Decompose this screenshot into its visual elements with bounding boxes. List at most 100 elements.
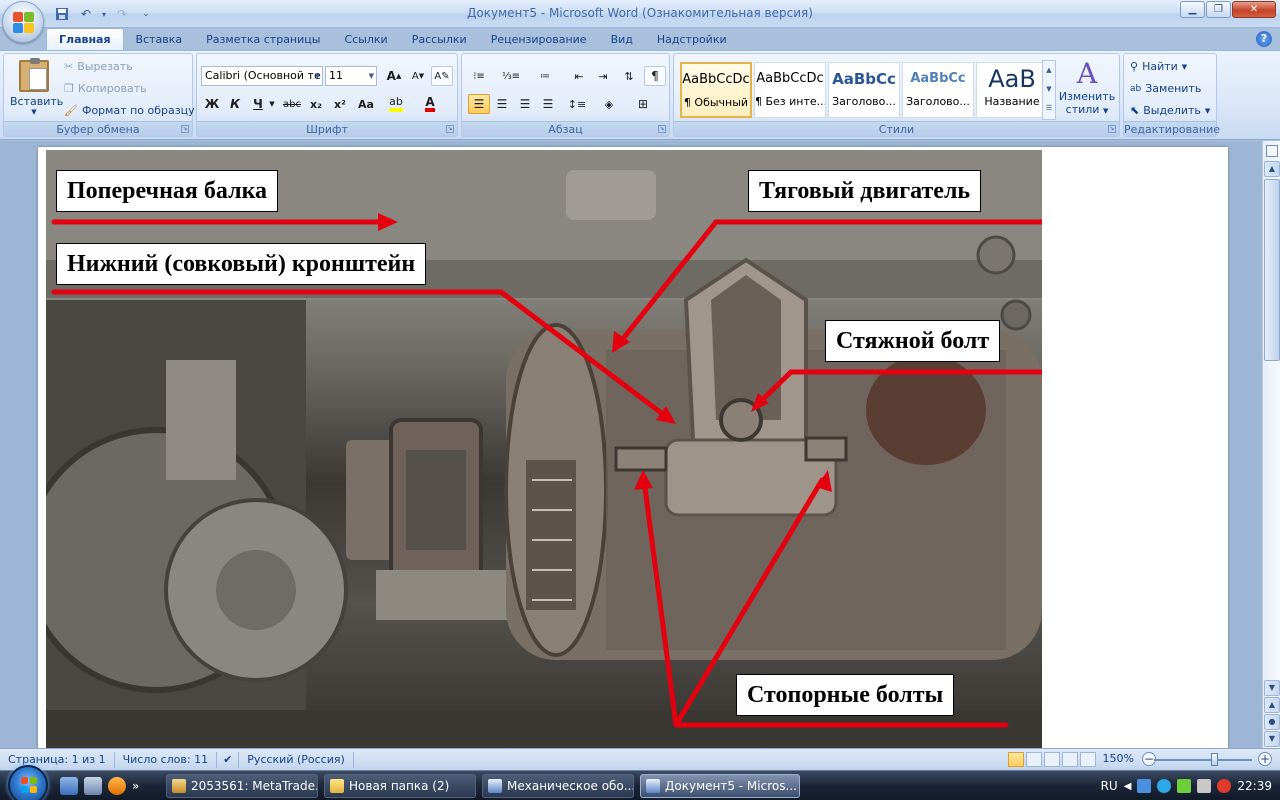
tab-insert[interactable]: Вставка: [124, 30, 195, 50]
minimize-button[interactable]: ▁: [1180, 1, 1205, 18]
quick-launch-more-icon[interactable]: »: [132, 779, 139, 793]
zoom-level[interactable]: 150%: [1103, 752, 1134, 765]
tab-review[interactable]: Рецензирование: [479, 30, 599, 50]
underline-button[interactable]: Ч: [247, 94, 269, 114]
zoom-in-button[interactable]: +: [1258, 752, 1272, 766]
skype-icon[interactable]: [1157, 779, 1172, 793]
styles-launcher-icon[interactable]: ↘: [1108, 125, 1116, 133]
cut-button[interactable]: ✂ Вырезать: [64, 60, 133, 73]
maximize-button[interactable]: ❐: [1206, 1, 1231, 18]
start-button[interactable]: [8, 765, 48, 800]
find-button[interactable]: ⚲ Найти ▼: [1130, 60, 1187, 73]
scroll-thumb[interactable]: [1264, 179, 1280, 361]
task-document5[interactable]: Документ5 - Micros...: [640, 774, 800, 798]
media-player-icon[interactable]: [108, 777, 126, 795]
font-launcher-icon[interactable]: ↘: [446, 125, 454, 133]
styles-gallery-scroll[interactable]: ▲ ▼ ☰: [1042, 60, 1056, 120]
align-center-button[interactable]: ☰: [491, 94, 513, 114]
browse-object-button[interactable]: ●: [1264, 714, 1280, 730]
select-button[interactable]: ⬉ Выделить ▼: [1130, 104, 1210, 117]
tab-view[interactable]: Вид: [599, 30, 645, 50]
clock[interactable]: 22:39: [1237, 779, 1272, 793]
align-left-button[interactable]: ☰: [468, 94, 490, 114]
task-metatrader[interactable]: 2053561: MetaTrade...: [166, 774, 318, 798]
style-normal[interactable]: AaBbCcDc ¶ Обычный: [680, 62, 752, 118]
underline-dropdown-icon[interactable]: ▼: [267, 94, 277, 114]
increase-indent-button[interactable]: ⇥: [592, 66, 614, 86]
change-case-button[interactable]: Aa: [355, 94, 377, 114]
volume-icon[interactable]: [1197, 779, 1212, 793]
format-painter-button[interactable]: 🖌 Формат по образцу: [64, 104, 195, 117]
show-desktop-icon[interactable]: [60, 777, 78, 795]
document-page[interactable]: Поперечная балка Тяговый двигатель Нижни…: [38, 147, 1228, 748]
tab-addins[interactable]: Надстройки: [645, 30, 739, 50]
decrease-indent-button[interactable]: ⇤: [568, 66, 590, 86]
full-screen-view-button[interactable]: [1026, 752, 1042, 767]
show-marks-button[interactable]: ¶: [644, 66, 666, 86]
bold-button[interactable]: Ж: [201, 94, 223, 114]
line-spacing-button[interactable]: ↕≡: [566, 94, 588, 114]
tab-home[interactable]: Главная: [46, 28, 124, 50]
tab-references[interactable]: Ссылки: [332, 30, 399, 50]
style-title[interactable]: AaB Название: [976, 62, 1048, 118]
subscript-button[interactable]: x₂: [305, 94, 327, 114]
sort-button[interactable]: ⇅: [618, 66, 640, 86]
antivirus-icon[interactable]: [1217, 779, 1232, 793]
language-indicator[interactable]: RU: [1101, 779, 1118, 793]
clipboard-launcher-icon[interactable]: ↘: [181, 125, 189, 133]
tab-page-layout[interactable]: Разметка страницы: [194, 30, 332, 50]
borders-button[interactable]: ⊞: [632, 94, 654, 114]
numbering-button[interactable]: ⅓≡: [500, 66, 522, 86]
zoom-slider[interactable]: [1154, 759, 1252, 761]
metatrader-icon: [172, 779, 186, 793]
clear-format-button[interactable]: A✎: [431, 66, 453, 86]
shading-button[interactable]: ◈: [598, 94, 620, 114]
spellcheck-icon[interactable]: ✔: [217, 751, 240, 768]
style-no-spacing[interactable]: AaBbCcDc ¶ Без инте...: [754, 62, 826, 118]
replace-button[interactable]: ab Заменить: [1130, 82, 1201, 95]
highlight-button[interactable]: ab: [385, 94, 407, 114]
style-heading-1[interactable]: AaBbCc Заголово...: [828, 62, 900, 118]
office-button[interactable]: [2, 1, 44, 43]
scroll-up-button[interactable]: ▲: [1264, 161, 1280, 177]
align-right-button[interactable]: ☰: [514, 94, 536, 114]
signal-icon[interactable]: [1177, 779, 1192, 793]
font-color-button[interactable]: A: [419, 94, 441, 114]
word-count[interactable]: Число слов: 11: [115, 751, 218, 768]
superscript-button[interactable]: x²: [329, 94, 351, 114]
italic-button[interactable]: К: [224, 94, 246, 114]
task-new-folder[interactable]: Новая папка (2): [324, 774, 476, 798]
page-count[interactable]: Страница: 1 из 1: [0, 751, 115, 768]
shrink-font-button[interactable]: A ▼: [407, 66, 429, 86]
font-size-combo[interactable]: 11 ▼: [325, 66, 377, 86]
next-page-button[interactable]: ▼: [1264, 731, 1280, 747]
font-name-combo[interactable]: Calibri (Основной те ▼: [201, 66, 323, 86]
strikethrough-button[interactable]: abc: [281, 94, 303, 114]
network-icon[interactable]: [1137, 779, 1152, 793]
multilevel-list-button[interactable]: ≔: [534, 66, 556, 86]
zoom-slider-thumb[interactable]: [1211, 753, 1218, 766]
grow-font-button[interactable]: A ▲: [383, 66, 405, 86]
draft-view-button[interactable]: [1080, 752, 1096, 767]
copy-button[interactable]: ❐ Копировать: [64, 82, 147, 95]
style-heading-2[interactable]: AaBbCc Заголово...: [902, 62, 974, 118]
previous-page-button[interactable]: ▲: [1264, 697, 1280, 713]
scroll-down-button[interactable]: ▼: [1264, 680, 1280, 696]
change-styles-button[interactable]: A Изменить стили ▼: [1058, 58, 1116, 117]
tab-mailings[interactable]: Рассылки: [400, 30, 479, 50]
web-layout-view-button[interactable]: [1044, 752, 1060, 767]
switch-windows-icon[interactable]: [84, 777, 102, 795]
ruler-toggle-icon[interactable]: [1266, 145, 1278, 157]
print-layout-view-button[interactable]: [1008, 752, 1024, 767]
bullets-button[interactable]: ⁝≡: [468, 66, 490, 86]
language[interactable]: Русский (Россия): [239, 751, 354, 768]
close-button[interactable]: ✕: [1232, 1, 1276, 18]
vertical-scrollbar[interactable]: ▲ ▼ ▲ ● ▼: [1262, 141, 1280, 748]
justify-button[interactable]: ☰: [537, 94, 559, 114]
tray-expand-icon[interactable]: ◀: [1124, 781, 1132, 792]
paste-button[interactable]: Вставить ▼: [10, 58, 63, 118]
task-mechanical-doc[interactable]: Механическое обо...: [482, 774, 634, 798]
paragraph-launcher-icon[interactable]: ↘: [658, 125, 666, 133]
help-icon[interactable]: ?: [1256, 31, 1272, 47]
outline-view-button[interactable]: [1062, 752, 1078, 767]
